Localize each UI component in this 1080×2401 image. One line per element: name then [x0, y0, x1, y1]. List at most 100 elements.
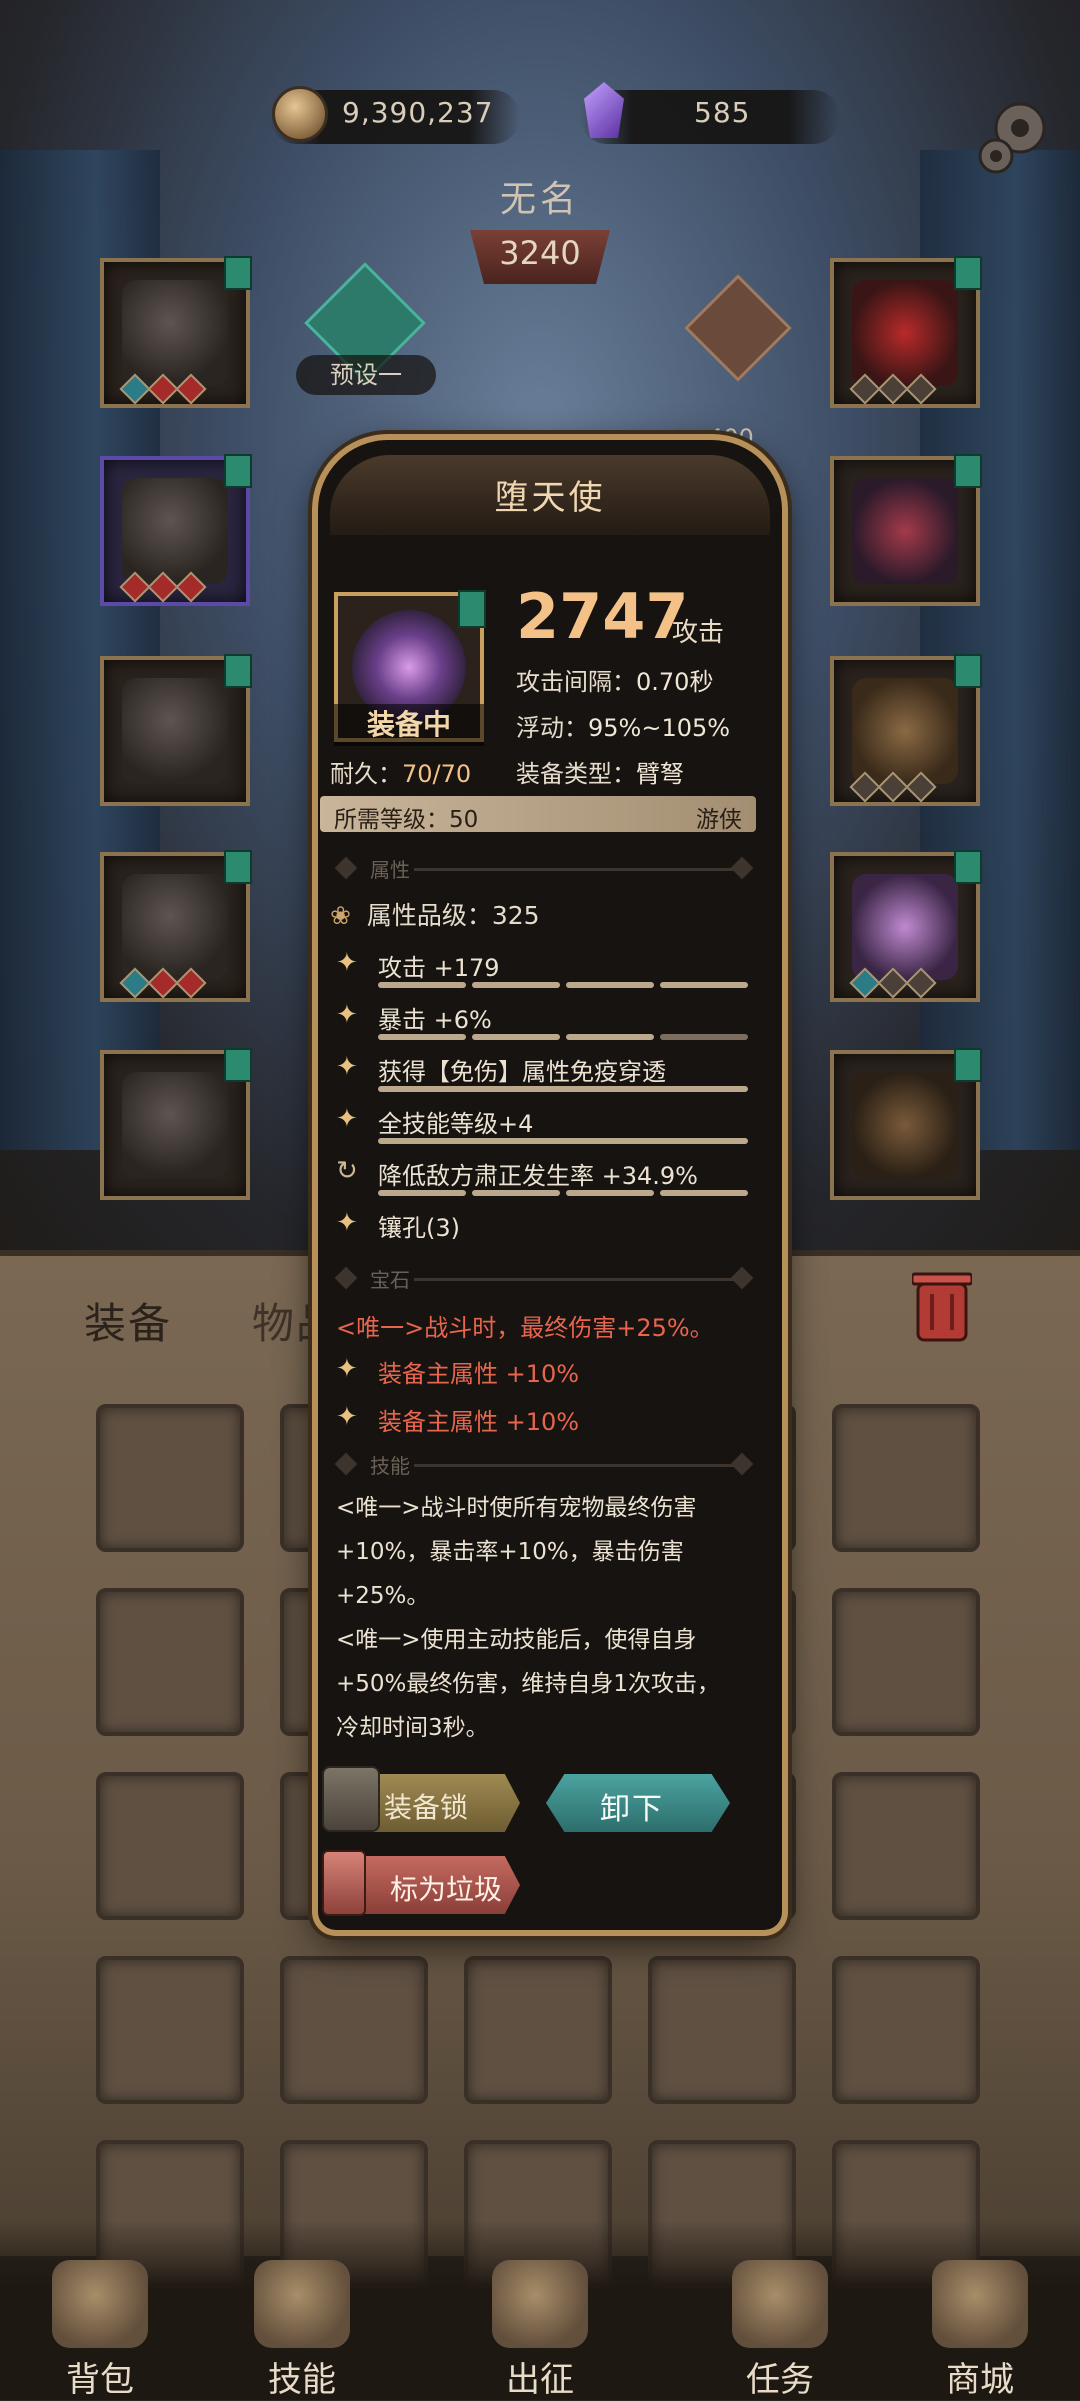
divider-line: [414, 1278, 734, 1281]
attribute-text: 全技能等级+4: [378, 1110, 534, 1138]
interval-value: 0.70秒: [636, 668, 714, 696]
section-gems: 宝石: [324, 1264, 754, 1294]
equipped-flag: [224, 256, 252, 290]
bag-cell[interactable]: [280, 1956, 428, 2104]
attribute-row: ✦ 攻击 +179: [330, 944, 760, 992]
bag-cell[interactable]: [96, 1404, 244, 1552]
durability-label: 耐久：: [330, 760, 402, 788]
equip-slot-helmet[interactable]: [100, 256, 252, 408]
nav-shop-label: 商城: [946, 2360, 1014, 2400]
equipped-flag: [954, 654, 982, 688]
divider-dot: [730, 856, 754, 880]
star-icon: ✦: [336, 1402, 358, 1432]
equip-slot-offhand[interactable]: [830, 1048, 982, 1200]
socket-gems: [119, 571, 207, 603]
nav-expedition[interactable]: 出征: [460, 2260, 620, 2401]
equip-slot-pants[interactable]: [100, 850, 252, 1002]
bag-cell[interactable]: [464, 1956, 612, 2104]
attribute-row: ✦ 获得【免伤】属性免疫穿透: [330, 1048, 760, 1096]
bag-cell[interactable]: [96, 1588, 244, 1736]
skill-line: <唯一>战斗时使所有宠物最终伤害: [336, 1495, 697, 1521]
trash-icon[interactable]: [912, 1270, 972, 1344]
attribute-row: ↻ 降低敌方肃正发生率 +34.9%: [330, 1152, 760, 1200]
nav-bag-label: 背包: [66, 2360, 134, 2400]
nav-quests[interactable]: 任务: [700, 2260, 860, 2401]
equipped-label: 装备中: [334, 704, 484, 746]
bag-cell[interactable]: [832, 1404, 980, 1552]
equip-slot-shoulder[interactable]: [100, 654, 252, 806]
attribute-row: ✦ 全技能等级+4: [330, 1100, 760, 1148]
attribute-text: 暴击 +6%: [378, 1006, 492, 1034]
equip-slot-accessory-2[interactable]: [830, 454, 982, 606]
equipment-lock-label[interactable]: 装备锁: [384, 1786, 468, 1826]
equip-slot-armor[interactable]: [100, 454, 252, 606]
bag-cell[interactable]: [832, 1956, 980, 2104]
skill-line: +25%。: [336, 1583, 430, 1609]
attribute-row: ✦ 暴击 +6%: [330, 996, 760, 1044]
shop-icon: [932, 2260, 1028, 2348]
pants-item-icon: [122, 874, 228, 980]
crossbow-item-icon: [852, 874, 958, 980]
nav-skills[interactable]: 技能: [222, 2260, 382, 2401]
gem-row: ✦ 装备主属性 +10%: [330, 1398, 760, 1446]
divider-dot: [334, 856, 358, 880]
star-icon: ✦: [336, 1208, 358, 1238]
quiver-item-icon: [852, 1072, 958, 1178]
star-icon: ✦: [336, 1052, 358, 1082]
gem-text: 装备主属性 +10%: [378, 1360, 580, 1388]
equipped-flag: [954, 454, 982, 488]
nav-quests-label: 任务: [746, 2360, 814, 2400]
attribute-quality-bars: [378, 1086, 748, 1092]
attribute-quality-bars: [378, 1190, 748, 1196]
item-name: 堕天使: [494, 478, 606, 518]
attribute-text: 攻击 +179: [378, 954, 500, 982]
boots-item-icon: [122, 1072, 228, 1178]
divider-dot: [730, 1452, 754, 1476]
equip-slot-ring[interactable]: [830, 654, 982, 806]
divider-dot: [334, 1266, 358, 1290]
divider-line: [414, 1464, 734, 1467]
bag-cell[interactable]: [832, 1588, 980, 1736]
attack-interval: 攻击间隔：0.70秒: [516, 662, 713, 697]
equip-slot-boots[interactable]: [100, 1048, 252, 1200]
nav-expedition-label: 出征: [506, 2360, 574, 2400]
sword-map-icon: [492, 2260, 588, 2348]
type-value: 臂弩: [636, 760, 684, 788]
armor-item-icon: [122, 478, 228, 584]
attribute-quality-bars: [378, 982, 748, 988]
nav-skills-label: 技能: [268, 2360, 336, 2400]
tab-equipment[interactable]: 装备: [84, 1290, 172, 1351]
equip-slot-weapon[interactable]: [830, 850, 982, 1002]
skill-line: +10%，暴击率+10%，暴击伤害: [336, 1539, 684, 1565]
junk-tag-icon: [322, 1850, 366, 1916]
attribute-text: 降低敌方肃正发生率 +34.9%: [378, 1162, 698, 1190]
preset-selector[interactable]: 预设一: [296, 355, 436, 395]
required-level: 所需等级：50: [334, 807, 479, 833]
scroll-icon: [732, 2260, 828, 2348]
equipped-flag: [224, 1048, 252, 1082]
equipped-flag: [224, 850, 252, 884]
unequip-label[interactable]: 卸下: [600, 1784, 664, 1828]
divider-dot: [334, 1452, 358, 1476]
equipped-flag: [224, 654, 252, 688]
divider-line: [414, 868, 734, 871]
required-class: 游侠: [696, 807, 742, 833]
socket-gems: [119, 373, 207, 405]
mark-junk-label[interactable]: 标为垃圾: [390, 1868, 502, 1908]
attack-value: 2747: [516, 580, 689, 653]
durability: 耐久：70/70: [330, 754, 471, 789]
resource-bar: [0, 80, 1080, 160]
bag-cell[interactable]: [648, 1956, 796, 2104]
ring-item-icon: [852, 678, 958, 784]
bag-cell[interactable]: [832, 1772, 980, 1920]
bag-cell[interactable]: [96, 1956, 244, 2104]
equip-slot-accessory-1[interactable]: [830, 256, 982, 408]
bag-cell[interactable]: [96, 1772, 244, 1920]
equipped-flag: [954, 256, 982, 290]
settings-gear-icon[interactable]: [972, 96, 1056, 180]
section-attributes-label: 属性: [370, 858, 410, 882]
nav-shop[interactable]: 商城: [900, 2260, 1060, 2401]
star-icon: ✦: [336, 1354, 358, 1384]
nav-bag[interactable]: 背包: [20, 2260, 180, 2401]
gold-amount: 9,390,237: [342, 96, 494, 129]
